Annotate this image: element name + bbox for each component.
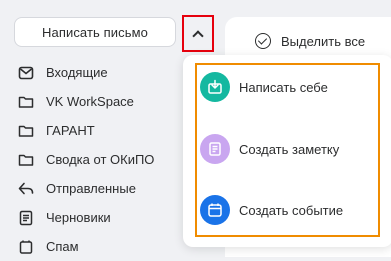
spam-icon — [18, 239, 34, 255]
sidebar-item-sent[interactable]: Отправленные — [18, 174, 188, 203]
sidebar-item-label: Спам — [46, 239, 79, 254]
note-icon — [200, 134, 230, 164]
sidebar-item-label: ГАРАНТ — [46, 123, 95, 138]
draft-icon — [18, 210, 34, 226]
folder-icon — [18, 152, 34, 168]
menu-item-label: Создать событие — [239, 202, 344, 218]
compose-button[interactable]: Написать письмо — [14, 17, 176, 47]
send-icon — [18, 181, 34, 197]
menu-item-label: Создать заметку — [239, 141, 340, 157]
check-circle-icon — [255, 33, 271, 49]
sidebar-item-label: Черновики — [46, 210, 111, 225]
sidebar-item-vk-workspace[interactable]: VK WorkSpace — [18, 87, 188, 116]
mail-self-icon — [200, 72, 230, 102]
folder-list: Входящие VK WorkSpace ГАРАНТ Сводка от О… — [18, 58, 188, 261]
folder-icon — [18, 123, 34, 139]
menu-item-label: Написать себе — [239, 79, 328, 95]
compose-options-toggle[interactable] — [182, 15, 214, 52]
compose-button-label: Написать письмо — [42, 24, 148, 40]
sidebar-item-drafts[interactable]: Черновики — [18, 203, 188, 232]
sidebar-item-label: Отправленные — [46, 181, 136, 196]
sidebar-item-okipo-summary[interactable]: Сводка от ОКиПО — [18, 145, 188, 174]
sidebar-item-label: Сводка от ОКиПО — [46, 152, 155, 167]
sidebar-item-garant[interactable]: ГАРАНТ — [18, 116, 188, 145]
create-event-item[interactable]: Создать событие — [200, 195, 343, 225]
chevron-up-icon — [192, 29, 204, 42]
sidebar-item-spam[interactable]: Спам — [18, 232, 188, 261]
folder-icon — [18, 94, 34, 110]
select-all-label: Выделить все — [281, 33, 366, 49]
sidebar-item-inbox[interactable]: Входящие — [18, 58, 188, 87]
sidebar-item-label: Входящие — [46, 65, 108, 80]
select-all-button[interactable]: Выделить все — [255, 31, 365, 51]
write-to-self-item[interactable]: Написать себе — [200, 72, 328, 102]
sidebar-item-label: VK WorkSpace — [46, 94, 134, 109]
create-note-item[interactable]: Создать заметку — [200, 134, 339, 164]
inbox-icon — [18, 65, 34, 81]
calendar-icon — [200, 195, 230, 225]
